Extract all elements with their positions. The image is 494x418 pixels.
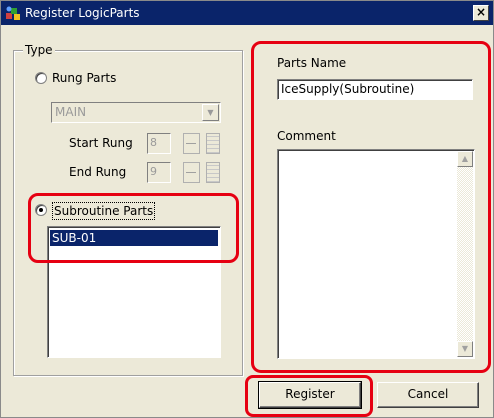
title-bar: Register LogicParts × <box>1 1 493 25</box>
parts-name-value: IceSupply(Subroutine) <box>281 82 415 96</box>
end-rung-label: End Rung <box>69 165 127 179</box>
start-rung-label: Start Rung <box>69 136 133 150</box>
end-rung-grid-icon <box>206 162 220 183</box>
end-rung-input: 9 <box>147 162 171 183</box>
subroutine-parts-label: Subroutine Parts <box>52 202 156 220</box>
cancel-button[interactable]: Cancel <box>377 382 479 408</box>
rung-parts-label: Rung Parts <box>52 71 117 85</box>
scroll-down-icon[interactable]: ▼ <box>457 341 473 357</box>
start-rung-spinner <box>183 133 200 154</box>
end-rung-spinner <box>183 162 200 183</box>
subroutine-list[interactable]: SUB-01 <box>47 226 221 358</box>
parts-name-label: Parts Name <box>277 56 347 70</box>
rung-combo-value: MAIN <box>55 105 87 119</box>
type-group-legend: Type <box>23 43 55 57</box>
subroutine-parts-radio-circle[interactable] <box>35 204 47 216</box>
comment-scrollbar[interactable]: ▲ ▼ <box>457 151 473 357</box>
register-button[interactable]: Register <box>258 381 362 409</box>
parts-name-input[interactable]: IceSupply(Subroutine) <box>277 79 473 100</box>
list-item[interactable]: SUB-01 <box>50 230 218 246</box>
rung-combo: MAIN ▼ <box>51 102 221 123</box>
window-title: Register LogicParts <box>25 6 140 20</box>
comment-textarea[interactable]: ▲ ▼ <box>277 149 475 359</box>
end-rung-value: 9 <box>150 165 157 178</box>
close-icon: × <box>475 5 487 19</box>
start-rung-input: 8 <box>147 133 171 154</box>
start-rung-value: 8 <box>150 136 157 149</box>
register-logicparts-dialog: Register LogicParts × Type Rung Parts MA… <box>0 0 494 418</box>
chevron-down-icon: ▼ <box>202 104 219 121</box>
logicparts-app-icon <box>6 6 20 20</box>
start-rung-grid-icon <box>206 133 220 154</box>
scroll-up-icon[interactable]: ▲ <box>457 151 473 167</box>
rung-parts-radio-circle[interactable] <box>35 72 47 84</box>
comment-label: Comment <box>277 129 336 143</box>
close-button[interactable]: × <box>473 5 489 21</box>
